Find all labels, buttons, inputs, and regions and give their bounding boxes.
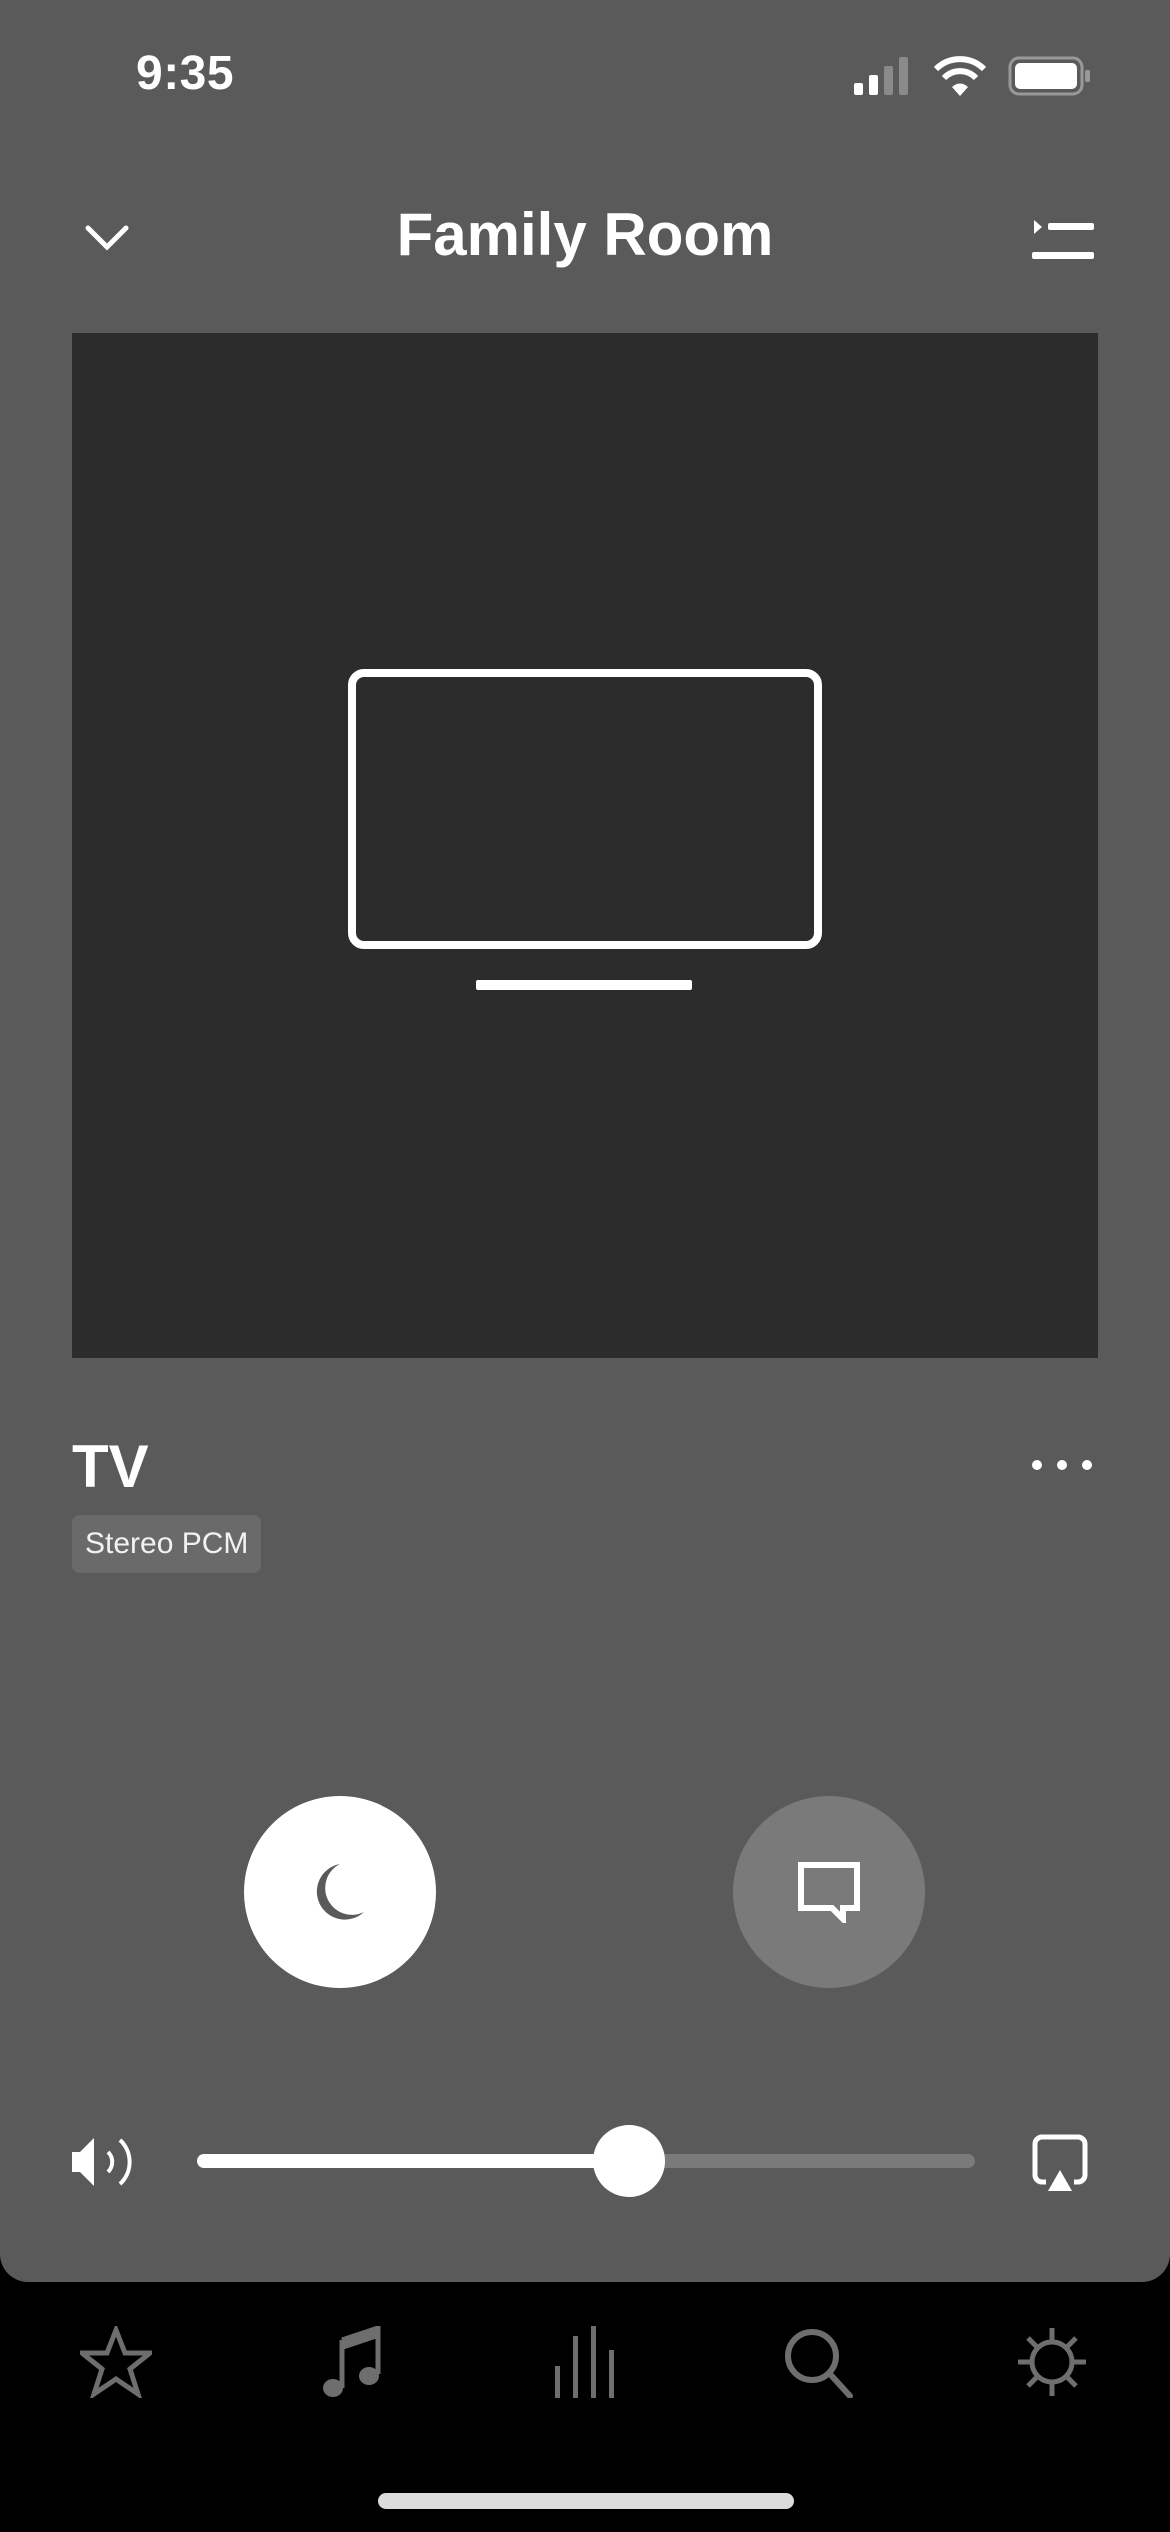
now-playing-panel: 9:35 Family Room TV Stereo PCM <box>0 0 1170 2282</box>
more-dots-icon[interactable] <box>1030 1450 1094 1480</box>
queue-icon[interactable] <box>1030 214 1096 264</box>
home-indicator[interactable] <box>378 2493 794 2509</box>
star-icon <box>80 2326 152 2398</box>
search-icon <box>785 2329 853 2398</box>
tab-search[interactable] <box>778 2324 858 2400</box>
track-title: TV <box>72 1433 149 1500</box>
tab-rooms[interactable] <box>545 2324 625 2400</box>
tab-music[interactable] <box>312 2324 392 2400</box>
volume-thumb[interactable] <box>592 2125 665 2197</box>
tab-favorites[interactable] <box>76 2324 156 2400</box>
moon-icon <box>316 1864 364 1920</box>
volume-fill <box>197 2154 629 2168</box>
album-artwork <box>72 333 1098 1358</box>
cellular-signal-icon <box>854 57 908 95</box>
speech-bubble-icon <box>798 1862 860 1923</box>
wifi-icon <box>934 56 986 96</box>
sleep-button[interactable] <box>244 1796 436 1988</box>
music-note-icon <box>323 2326 381 2397</box>
gear-icon <box>1018 2328 1086 2396</box>
status-time: 9:35 <box>136 47 235 100</box>
airplay-icon[interactable] <box>1032 2134 1088 2192</box>
audio-format-badge: Stereo PCM <box>72 1515 262 1573</box>
battery-icon <box>1008 56 1090 96</box>
tv-icon <box>348 669 822 990</box>
speaker-icon[interactable] <box>70 2136 142 2188</box>
status-icons <box>852 56 1092 96</box>
tab-settings[interactable] <box>1012 2324 1092 2400</box>
volume-slider[interactable] <box>197 2125 975 2197</box>
bars-icon <box>555 2326 614 2398</box>
speech-enhancement-button[interactable] <box>733 1796 925 1988</box>
room-title: Family Room <box>396 201 774 268</box>
tab-bar <box>0 2282 1170 2452</box>
